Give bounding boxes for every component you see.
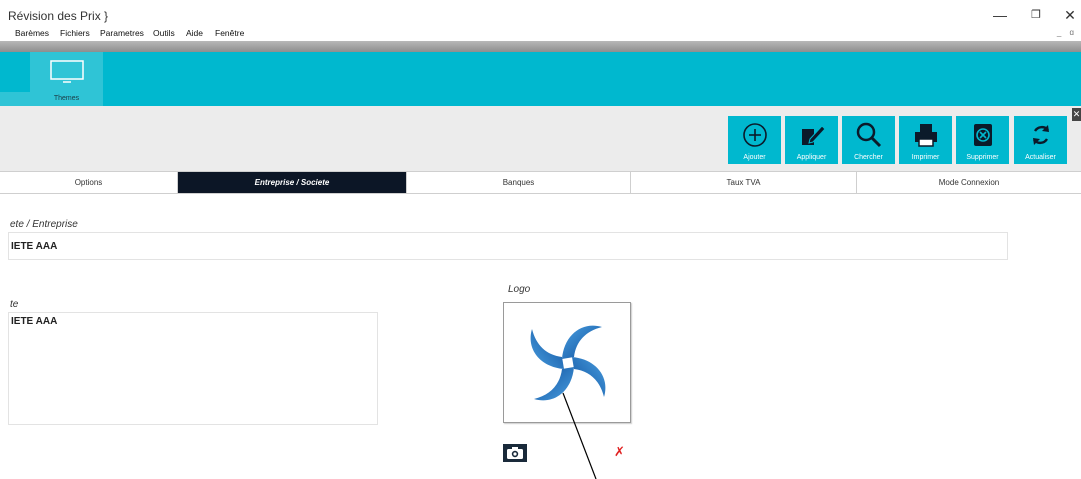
appliquer-button[interactable]: Appliquer (785, 116, 838, 164)
close-button[interactable]: ✕ (1058, 6, 1081, 24)
second-label: te (10, 299, 19, 310)
supprimer-label: Supprimer (966, 154, 999, 161)
imprimer-label: Imprimer (911, 154, 940, 161)
tab-mode-connexion[interactable]: Mode Connexion (857, 172, 1081, 193)
tab-entreprise-societe[interactable]: Entreprise / Societe (178, 172, 407, 193)
mdi-window-controls[interactable]: _ ɑ (1057, 28, 1077, 37)
monitor-icon (50, 60, 84, 83)
tab-options[interactable]: Options (0, 172, 178, 193)
supprimer-button[interactable]: Supprimer (956, 116, 1009, 164)
menu-item-outils[interactable]: Outils (153, 28, 175, 38)
chercher-label: Chercher (854, 154, 883, 161)
ribbon-group-left (0, 92, 30, 106)
logo-image-box[interactable] (503, 302, 631, 423)
tab-taux-tva[interactable]: Taux TVA (631, 172, 857, 193)
plus-circle-icon (743, 123, 767, 147)
ajouter-button[interactable]: Ajouter (728, 116, 781, 164)
second-value: IETE AAA (11, 316, 58, 327)
company-input[interactable]: IETE AAA (8, 232, 1008, 260)
window-title: Révision des Prix } (8, 9, 109, 23)
edit-note-icon (802, 125, 826, 145)
actualiser-label: Actualiser (1025, 154, 1056, 161)
ribbon-header-strip (0, 41, 1081, 52)
company-label: ete / Entreprise (10, 219, 78, 230)
menu-item-baremes[interactable]: Barèmes (15, 28, 49, 38)
tab-banques[interactable]: Banques (407, 172, 631, 193)
delete-box-icon (974, 124, 992, 146)
logo-label: Logo (508, 284, 531, 295)
company-value: IETE AAA (11, 241, 58, 252)
menu-item-fenetre[interactable]: Fenêtre (215, 28, 244, 38)
appliquer-label: Appliquer (796, 154, 827, 161)
refresh-icon (1033, 125, 1049, 145)
restore-button[interactable]: ❐ (1024, 6, 1048, 24)
menu-item-aide[interactable]: Aide (186, 28, 203, 38)
minimize-button[interactable]: — (988, 6, 1012, 24)
search-icon (856, 122, 882, 148)
title-bar (0, 0, 1081, 26)
themes-button[interactable]: Themes (30, 52, 103, 106)
second-textarea[interactable]: IETE AAA (8, 312, 378, 425)
delete-logo-icon[interactable]: ✗ (614, 444, 625, 460)
company-logo-swirl (530, 325, 606, 401)
camera-button[interactable] (503, 444, 527, 462)
actualiser-button[interactable]: Actualiser (1014, 116, 1067, 164)
menu-item-fichiers[interactable]: Fichiers (60, 28, 90, 38)
ribbon (0, 52, 1081, 106)
ajouter-label: Ajouter (743, 154, 766, 161)
chercher-button[interactable]: Chercher (842, 116, 895, 164)
imprimer-button[interactable]: Imprimer (899, 116, 952, 164)
close-panel-button[interactable]: ✕ (1072, 108, 1081, 121)
themes-label: Themes (53, 95, 80, 102)
menu-item-parametres[interactable]: Parametres (100, 28, 144, 38)
camera-icon (507, 447, 523, 459)
printer-icon (915, 124, 937, 147)
